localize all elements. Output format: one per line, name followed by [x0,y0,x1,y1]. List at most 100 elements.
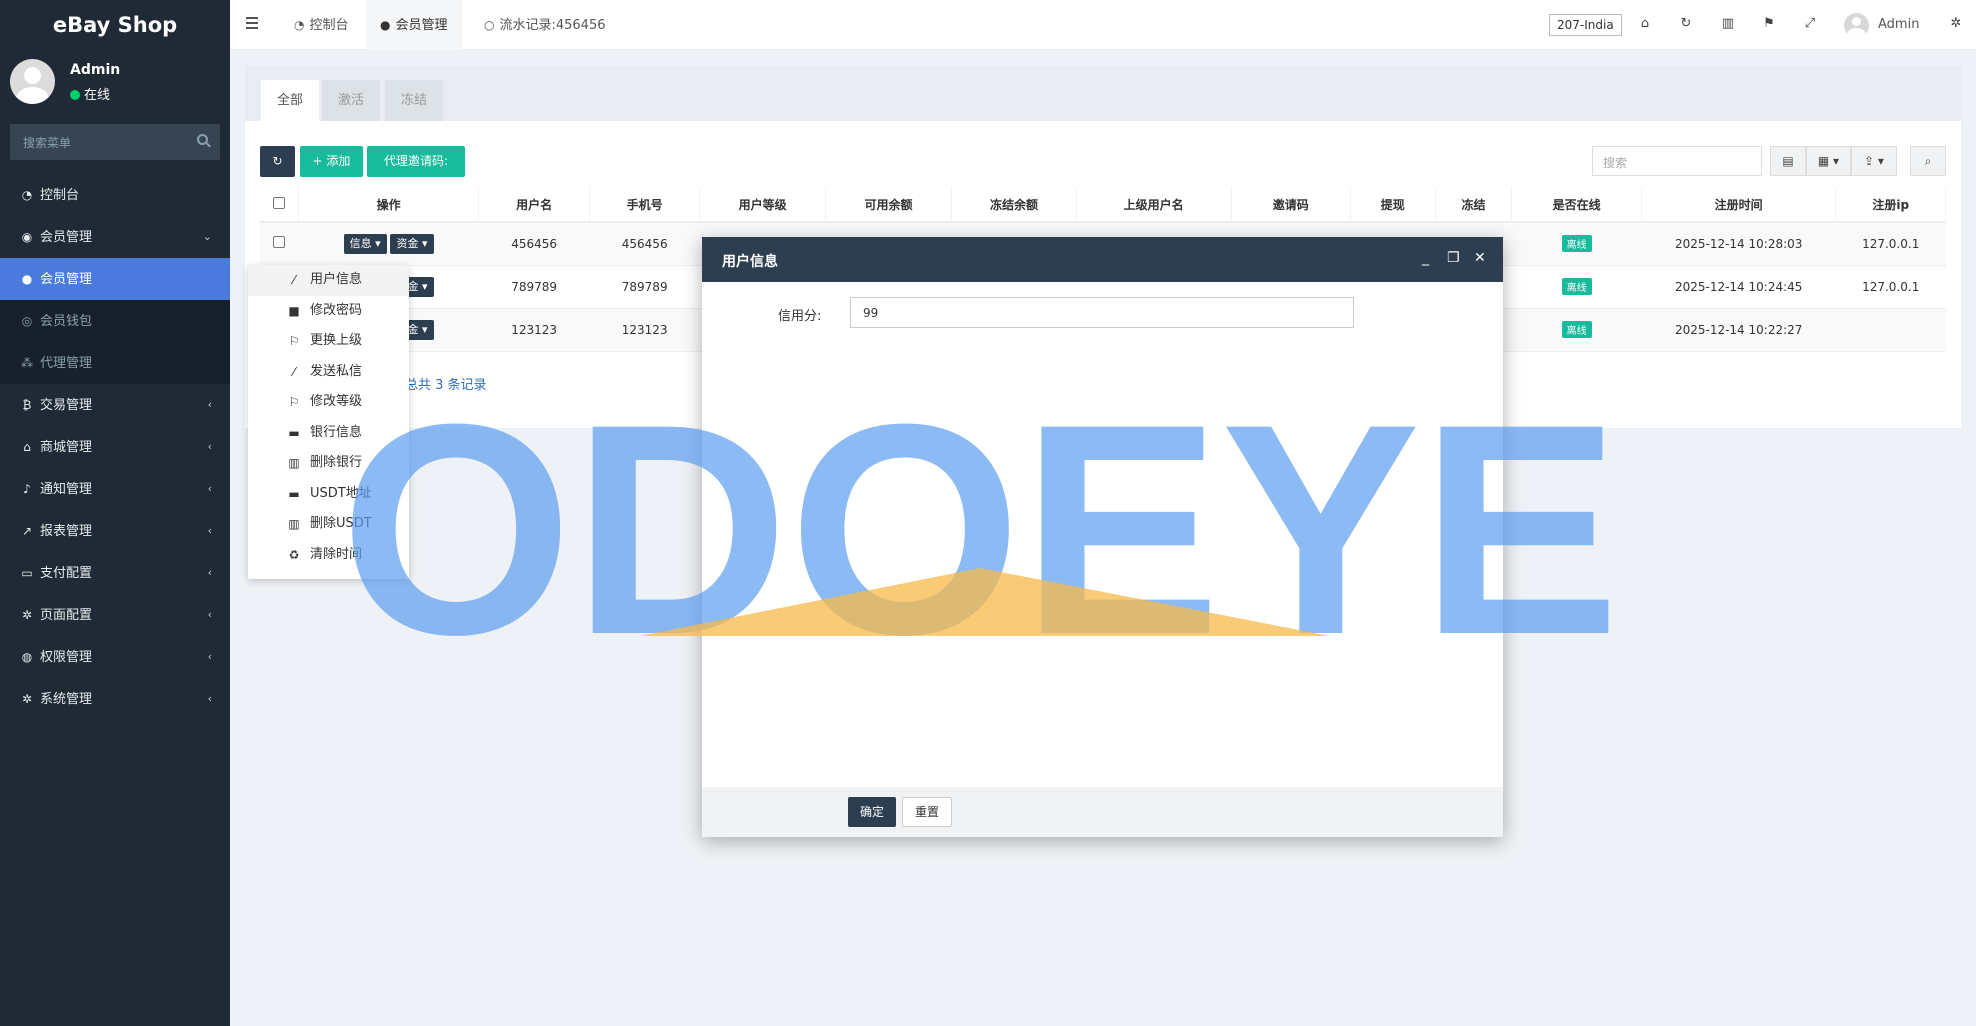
tab-members[interactable]: ● 会员管理 [366,0,462,50]
menu-item-change-level[interactable]: ⚐ 修改等级 [248,387,409,418]
menu-item-bank-info[interactable]: ▬ 银行信息 [248,418,409,449]
col-header[interactable]: 冻结 [1435,187,1513,223]
menu-item-clear-time[interactable]: ♻ 清除时间 [248,540,409,571]
home-icon: ⌂ [23,440,31,454]
home-icon[interactable]: ⌂ [1636,16,1654,31]
table-search-input[interactable]: 搜索 [1592,146,1762,176]
close-icon[interactable]: ✕ [1474,250,1486,266]
col-header[interactable]: 注册时间 [1641,187,1837,223]
toggle-view-button[interactable]: ▤ [1770,146,1806,176]
dialog-footer: 确定 重置 [702,787,1503,837]
col-header[interactable]: 是否在线 [1511,187,1642,223]
col-header[interactable]: 注册ip [1835,187,1946,223]
user-info-dialog: 用户信息 _ ❐ ✕ 信用分: 99 确定 重置 [702,237,1503,837]
add-button[interactable]: + 添加 [300,146,363,177]
status-badge: 离线 [1561,321,1592,338]
sidebar-item-payment[interactable]: ▭ 支付配置 ‹ [0,552,230,594]
user-icon: ● [21,272,33,286]
tab-active[interactable]: 激活 [322,80,381,121]
menu-toggle-icon[interactable] [246,17,258,32]
bitcoin-icon: ₿ [22,398,32,412]
cell-reg-ip: 127.0.0.1 [1835,265,1946,309]
menu-item-usdt-address[interactable]: ▬ USDT地址 [248,479,409,510]
info-dropdown-menu: ⁄ 用户信息 ■ 修改密码 ⚐ 更换上级 ⁄ 发送私信 ⚐ 修改等级 ▬ 银行信息 ▥ 删除银… [248,265,409,579]
sidebar-item-shop[interactable]: ⌂ 商城管理 ‹ [0,426,230,468]
col-header[interactable]: 提现 [1350,187,1436,223]
advanced-search-button[interactable]: ⌕ [1910,146,1946,176]
tab-dashboard[interactable]: ◔ 控制台 [280,0,363,50]
sidebar-item-notify[interactable]: ♪ 通知管理 ‹ [0,468,230,510]
maximize-icon[interactable]: ❐ [1447,250,1460,266]
col-header[interactable]: 上级用户名 [1076,187,1232,223]
region-selector[interactable]: 207-India [1549,14,1622,36]
col-header[interactable]: 冻结余额 [951,187,1077,223]
menu-item-send-message[interactable]: ⁄ 发送私信 [248,357,409,388]
sidebar-item-trade[interactable]: ₿ 交易管理 ‹ [0,384,230,426]
invite-code-button[interactable]: 代理邀请码: [367,146,465,177]
chevron-left-icon: ‹ [207,608,212,621]
list-icon: ▤ [1782,154,1794,168]
sidebar-item-permission[interactable]: ◍ 权限管理 ‹ [0,636,230,678]
refresh-icon[interactable]: ↻ [1677,16,1695,31]
sidebar-item-page[interactable]: ✲ 页面配置 ‹ [0,594,230,636]
minimize-icon[interactable]: _ [1422,250,1429,266]
chevron-left-icon: ‹ [207,482,212,495]
export-button[interactable]: ⇪ ▾ [1851,146,1897,176]
status-badge: 离线 [1561,235,1592,253]
select-all-checkbox[interactable] [260,187,299,223]
reset-button[interactable]: 重置 [902,797,953,827]
fullscreen-icon[interactable]: ⤢ [1801,16,1819,31]
sidebar-item-dashboard[interactable]: ◔ 控制台 [0,174,230,216]
dashboard-icon: ◔ [21,188,33,202]
cell-reg-ip [1835,308,1946,352]
credit-score-input[interactable]: 99 [850,297,1354,328]
confirm-button[interactable]: 确定 [848,797,897,827]
col-header[interactable]: 用户名 [478,187,590,223]
cell-phone: 456456 [589,222,700,266]
menu-item-change-password[interactable]: ■ 修改密码 [248,296,409,327]
tab-flow-records[interactable]: ○ 流水记录:456456 [470,0,620,50]
info-dropdown-button[interactable]: 信息 ▾ [343,233,387,254]
chevron-left-icon: ‹ [207,524,212,537]
avatar[interactable] [1844,13,1869,38]
menu-item-delete-usdt[interactable]: ▥ 删除USDT [248,509,409,540]
dashboard-icon: ◔ [294,18,305,32]
sidebar-item-report[interactable]: ↗ 报表管理 ‹ [0,510,230,552]
top-navbar: ◔ 控制台 ● 会员管理 ○ 流水记录:456456 207-India ⌂ ↻ ▥ … [230,0,1976,50]
menu-search-input[interactable]: 搜索菜单 [10,124,220,160]
brand-logo[interactable]: eBay Shop [0,0,230,50]
menu-item-user-info[interactable]: ⁄ 用户信息 [248,265,409,296]
user-name: Admin [70,62,121,78]
menu-item-delete-bank[interactable]: ▥ 删除银行 [248,448,409,479]
sidebar-item-agents[interactable]: ⁂ 代理管理 [0,342,230,384]
sidebar-item-system[interactable]: ✲ 系统管理 ‹ [0,678,230,720]
settings-icon[interactable]: ✲ [1947,16,1965,31]
admin-username[interactable]: Admin [1878,17,1919,32]
chevron-left-icon: ‹ [207,566,212,579]
fund-dropdown-button[interactable]: 资金 ▾ [390,233,434,254]
col-header[interactable]: 可用余额 [825,187,953,223]
row-checkbox[interactable] [260,222,299,266]
magic-wand-icon: ⁄ [292,273,295,287]
sidebar-item-wallet[interactable]: ◎ 会员钱包 [0,300,230,342]
col-header[interactable]: 用户等级 [699,187,826,223]
sidebar: eBay Shop Admin 在线 搜索菜单 ◔ 控制台 ◉ 会员管理 ⌄ ● 会员管… [0,0,230,1026]
columns-button[interactable]: ▦ ▾ [1806,146,1851,176]
tab-all[interactable]: 全部 [261,80,320,121]
flag-icon: ⚐ [288,395,300,409]
refresh-button[interactable]: ↻ [260,146,295,177]
trash-icon[interactable]: ▥ [1719,16,1737,31]
credit-card-icon: ▬ [288,425,300,440]
sidebar-item-members[interactable]: ● 会员管理 [0,258,230,300]
cell-phone: 789789 [589,265,700,309]
col-header[interactable]: 邀请码 [1231,187,1351,223]
cell-username: 789789 [478,265,590,309]
refresh-icon: ↻ [272,154,283,168]
cell-reg-time: 2025-12-14 10:24:45 [1641,265,1836,309]
tab-frozen[interactable]: 冻结 [385,80,444,121]
menu-item-change-parent[interactable]: ⚐ 更换上级 [248,326,409,357]
language-icon[interactable]: ⚑ [1760,16,1778,31]
sidebar-item-member-group[interactable]: ◉ 会员管理 ⌄ [0,216,230,258]
col-header[interactable]: 手机号 [589,187,701,223]
chevron-left-icon: ‹ [207,650,212,663]
